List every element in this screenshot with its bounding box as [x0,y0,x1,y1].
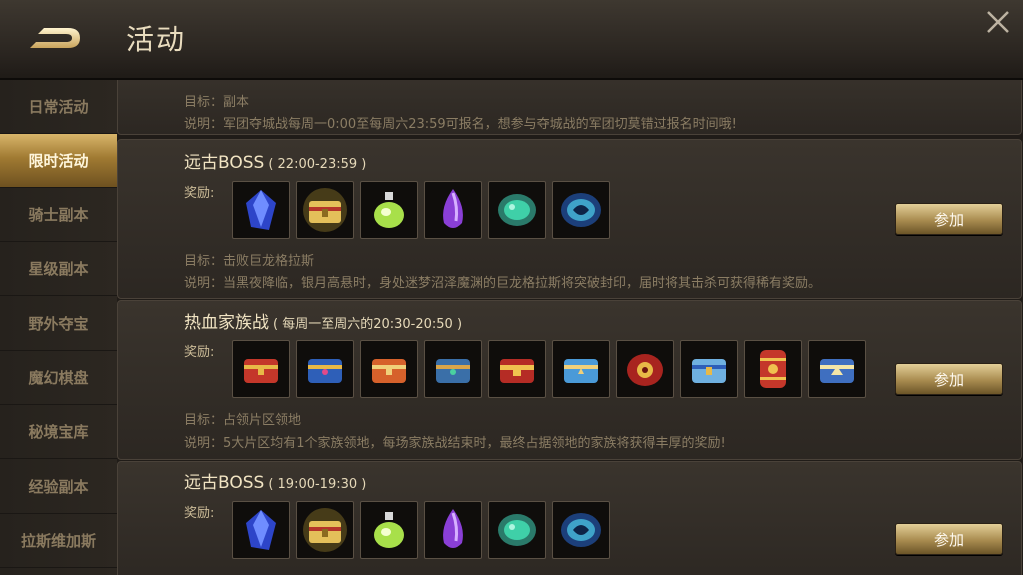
sidebar-item-exp-dungeon[interactable]: 经验副本 [0,460,117,514]
reward-label: 奖励: [184,506,215,521]
blue-rune-stone-icon[interactable] [552,181,610,239]
purple-gem-icon[interactable] [424,501,482,559]
join-button[interactable]: 参加 [895,363,1003,395]
event-time: ( 每周一至周六的20:30-20:50 ) [273,317,463,332]
sidebar: 日常活动 限时活动 骑士副本 星级副本 野外夺宝 魔幻棋盘 秘境宝库 经验副本 … [0,80,121,575]
blue-crystal-icon[interactable] [232,181,290,239]
red-barrel-chest-icon[interactable] [744,340,802,398]
sidebar-item-daily[interactable]: 日常活动 [0,80,117,134]
emerald-stone-icon[interactable] [488,501,546,559]
event-panel-family-war: 热血家族战( 每周一至周六的20:30-20:50 ) 奖励: 参加 目标：占领… [117,300,1022,460]
event-list[interactable]: 目标：副本 说明：军团夺城战每周一0:00至每周六23:59可报名，想参与夺城战… [117,80,1023,575]
sky-chest-icon[interactable] [552,340,610,398]
page-title: 活动 [126,23,187,56]
white-gold-chest-icon[interactable] [808,340,866,398]
teal-chest-icon[interactable] [424,340,482,398]
close-icon[interactable] [982,6,1014,38]
sidebar-item-secret-vault[interactable]: 秘境宝库 [0,405,117,459]
join-button[interactable]: 参加 [895,523,1003,555]
reward-label: 奖励: [184,186,215,201]
blue-chest-icon[interactable] [296,340,354,398]
blue-rune-stone-icon[interactable] [552,501,610,559]
sidebar-item-star-dungeon[interactable]: 星级副本 [0,242,117,296]
emerald-stone-icon[interactable] [488,181,546,239]
sidebar-item-limited[interactable]: 限时活动 [0,134,121,188]
red-gold-chest-icon[interactable] [488,340,546,398]
red-chest-icon[interactable] [232,340,290,398]
event-panel-guild-siege: 目标：副本 说明：军团夺城战每周一0:00至每周六23:59可报名，想参与夺城战… [117,80,1022,135]
join-button[interactable]: 参加 [895,203,1003,235]
reward-list [232,181,610,239]
event-panel-ancient-boss-2: 远古BOSS( 19:00-19:30 ) 奖励: 参加 [117,461,1022,575]
green-potion-icon[interactable] [360,181,418,239]
blue-crystal-icon[interactable] [232,501,290,559]
back-arrow-icon[interactable] [22,18,92,58]
event-target: 目标：击败巨龙格拉斯 [184,254,315,269]
header-bar: 活动 [0,0,1023,80]
green-potion-icon[interactable] [360,501,418,559]
orange-chest-icon[interactable] [360,340,418,398]
event-title: 远古BOSS( 19:00-19:30 ) [184,473,367,493]
red-round-chest-icon[interactable] [616,340,674,398]
reward-list [232,340,866,398]
sidebar-item-knight-dungeon[interactable]: 骑士副本 [0,188,117,242]
event-title: 远古BOSS( 22:00-23:59 ) [184,153,367,173]
event-time: ( 19:00-19:30 ) [268,477,367,492]
event-description: 说明：军团夺城战每周一0:00至每周六23:59可报名，想参与夺城战的军团切莫错… [184,117,737,132]
reward-label: 奖励: [184,345,215,360]
sidebar-item-magic-chess[interactable]: 魔幻棋盘 [0,351,117,405]
event-panel-ancient-boss: 远古BOSS( 22:00-23:59 ) 奖励: 参加 目标：击败巨龙格拉斯 … [117,139,1022,299]
sidebar-item-las-vegas[interactable]: 拉斯维加斯 [0,514,117,568]
golden-chest-icon[interactable] [296,501,354,559]
event-time: ( 22:00-23:59 ) [268,157,367,172]
reward-list [232,501,610,559]
event-target: 目标：副本 [184,95,250,110]
event-title: 热血家族战( 每周一至周六的20:30-20:50 ) [184,313,463,333]
blue-gold-chest-icon[interactable] [680,340,738,398]
event-description: 说明：5大片区均有1个家族领地，每场家族战结束时，最终占据领地的家族将获得丰厚的… [184,436,726,451]
sidebar-item-field-treasure[interactable]: 野外夺宝 [0,297,117,351]
event-description: 说明：当黑夜降临，银月高悬时，身处迷梦沼泽魔渊的巨龙格拉斯将突破封印，届时将其击… [184,276,822,291]
event-target: 目标：占领片区领地 [184,413,302,428]
golden-chest-icon[interactable] [296,181,354,239]
purple-gem-icon[interactable] [424,181,482,239]
